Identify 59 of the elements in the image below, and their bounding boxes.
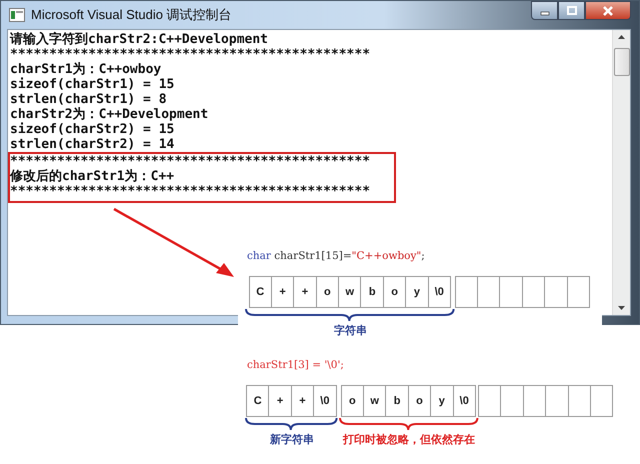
vertical-scrollbar[interactable] (612, 30, 630, 315)
array-cell: + (268, 385, 292, 417)
array-cell: \0 (452, 385, 476, 417)
empty-array-cell (499, 276, 523, 308)
brace-label: 字符串 (334, 323, 367, 339)
empty-array-cell (590, 385, 614, 417)
console-line: strlen(charStr1) = 8 (10, 92, 168, 107)
array-cell: o (316, 276, 340, 308)
close-icon (602, 6, 614, 16)
array-cell: y (430, 385, 454, 417)
brace-label: 打印时被忽略，但依然存在 (342, 432, 475, 448)
console-line: charStr2为：C++Development (10, 107, 210, 122)
empty-array-cell (522, 276, 546, 308)
array-cell: y (405, 276, 429, 308)
console-line: 请输入字符到charStr2:C++Development (10, 32, 270, 47)
array-cell: + (290, 385, 314, 417)
array-cell: w (363, 385, 386, 417)
array-cell: C (246, 385, 270, 417)
array-cell: C (248, 276, 272, 308)
console-line: ********************************************** (10, 47, 372, 62)
array-cell: + (293, 276, 317, 308)
array-cell: o (408, 385, 432, 417)
empty-array-cell (568, 385, 591, 417)
empty-array-cell (522, 385, 546, 417)
array-cell: b (360, 276, 384, 308)
console-line: 修改后的charStr1为：C++ (10, 169, 176, 184)
array-cell: + (270, 276, 294, 308)
scroll-thumb[interactable] (614, 48, 630, 76)
console-line: charStr1为：C++owboy (10, 62, 162, 77)
console-line: sizeof(charStr2) = 15 (10, 122, 176, 137)
code-token: ; (421, 250, 425, 262)
window-title: Microsoft Visual Studio 调试控制台 (31, 6, 232, 24)
array-cell: o (340, 385, 364, 417)
maximize-icon (566, 6, 576, 16)
array-cell: \0 (313, 385, 337, 417)
maximize-button[interactable] (558, 1, 585, 20)
brace-label: 新字符串 (270, 432, 314, 448)
array-cell: w (338, 276, 362, 308)
empty-array-cell (476, 276, 500, 308)
console-line: ********************************************** (10, 154, 372, 169)
array-cell: b (385, 385, 409, 417)
empty-array-cell (454, 276, 478, 308)
empty-array-cell (545, 385, 569, 417)
code-token: "C++owboy" (352, 250, 422, 262)
empty-array-cell (566, 276, 590, 308)
console-line: sizeof(charStr1) = 15 (10, 77, 176, 92)
empty-array-cell (478, 385, 502, 417)
code-token: char (247, 250, 271, 262)
console-app-icon (9, 8, 25, 22)
console-line: ********************************************** (10, 184, 372, 199)
code-token: charStr1[3] = '\0'; (247, 359, 344, 371)
minimize-button[interactable] (531, 1, 558, 20)
console-line: strlen(charStr2) = 14 (10, 137, 176, 152)
close-button[interactable] (585, 1, 631, 20)
array-cell: o (382, 276, 406, 308)
empty-array-cell (500, 385, 524, 417)
array-cell: \0 (428, 276, 452, 308)
code-token: charStr1[15]= (273, 250, 352, 262)
empty-array-cell (544, 276, 568, 308)
